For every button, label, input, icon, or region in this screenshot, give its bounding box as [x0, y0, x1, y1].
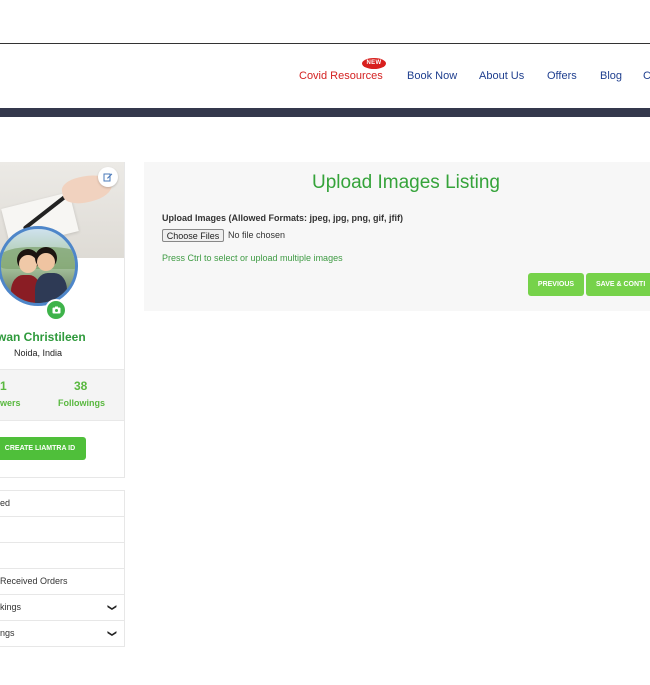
camera-icon — [52, 306, 60, 314]
nav-offers[interactable]: Offers — [547, 70, 577, 82]
choose-files-button[interactable]: Choose Files — [162, 229, 224, 242]
create-liamtra-id-button[interactable]: CREATE LIAMTRA ID — [0, 437, 86, 460]
avatar-face-2 — [37, 253, 55, 271]
edit-icon — [103, 173, 113, 182]
followings-label[interactable]: Followings — [58, 398, 105, 408]
avatar — [0, 226, 78, 306]
header-dark-bar — [0, 108, 650, 117]
sidebar-item-label: ed — [0, 498, 11, 508]
upload-images-label: Upload Images (Allowed Formats: jpeg, jp… — [162, 213, 404, 223]
upload-hint: Press Ctrl to select or upload multiple … — [162, 253, 343, 263]
sidebar-item-1[interactable]: ed — [0, 491, 124, 517]
upload-panel: Upload Images Listing Upload Images (All… — [144, 162, 650, 311]
sidebar-item-label: kings — [0, 602, 22, 612]
followers-count[interactable]: 1 — [0, 379, 7, 393]
sidebar-item-settings[interactable]: ngs ❯ — [0, 621, 124, 647]
main-navbar: NEW Covid Resources Book Now About Us Of… — [0, 44, 650, 108]
edit-cover-button[interactable] — [98, 167, 118, 187]
page-title: Upload Images Listing — [312, 172, 500, 193]
chevron-down-icon: ❯ — [107, 629, 118, 638]
save-continue-button[interactable]: SAVE & CONTI — [586, 273, 650, 296]
file-status-text: No file chosen — [228, 230, 286, 240]
profile-card: wan Christileen Noida, India 1 wers 38 F… — [0, 162, 125, 478]
new-badge: NEW — [362, 58, 386, 69]
followings-count[interactable]: 38 — [74, 379, 87, 393]
sidebar-item-label: Received Orders — [0, 576, 68, 586]
nav-covid-resources[interactable]: Covid Resources — [299, 70, 383, 82]
nav-blog[interactable]: Blog — [600, 70, 622, 82]
sidebar-item-3[interactable] — [0, 543, 124, 569]
sidebar-item-received-orders[interactable]: Received Orders — [0, 569, 124, 595]
profile-stats: 1 wers 38 Followings — [0, 369, 124, 421]
profile-name: wan Christileen — [0, 330, 86, 344]
sidebar-menu: ed Received Orders kings ❯ ngs ❯ — [0, 490, 125, 647]
followers-label[interactable]: wers — [0, 398, 21, 408]
sidebar-item-label: ngs — [0, 628, 15, 638]
change-avatar-button[interactable] — [45, 299, 67, 321]
chevron-down-icon: ❯ — [107, 603, 118, 612]
nav-contact-truncated[interactable]: C — [643, 70, 650, 82]
sidebar-item-bookings[interactable]: kings ❯ — [0, 595, 124, 621]
nav-about-us[interactable]: About Us — [479, 70, 524, 82]
avatar-face-1 — [19, 255, 37, 273]
profile-location: Noida, India — [14, 348, 63, 358]
previous-button[interactable]: PREVIOUS — [528, 273, 584, 296]
sidebar-item-2[interactable] — [0, 517, 124, 543]
nav-book-now[interactable]: Book Now — [407, 70, 457, 82]
